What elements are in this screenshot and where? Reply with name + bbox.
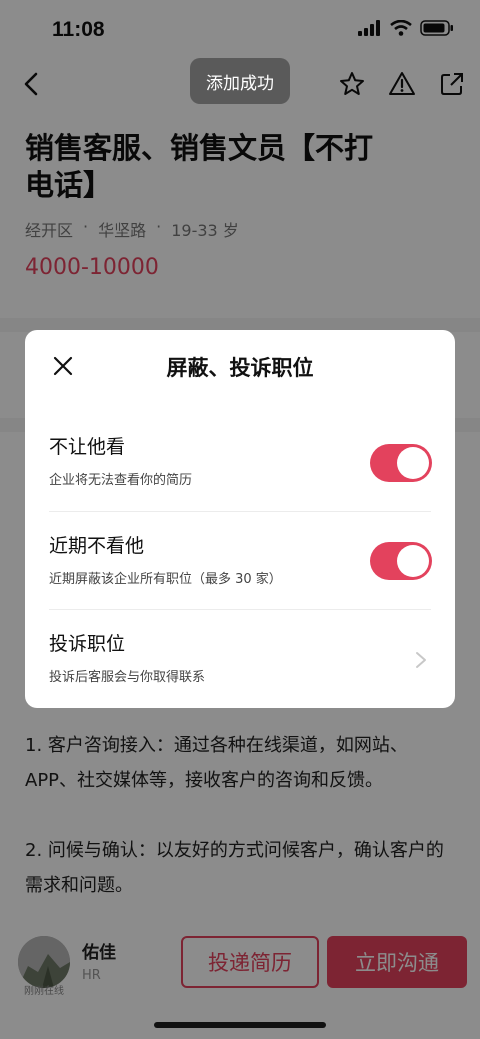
row-hide-from-company-subtitle: 企业将无法查看你的简历	[49, 473, 193, 488]
row-block-company-title: 近期不看他	[49, 535, 145, 557]
chevron-right-icon[interactable]	[413, 650, 429, 670]
row-block-company-subtitle: 近期屏蔽该企业所有职位（最多 30 家）	[49, 572, 282, 587]
divider	[49, 609, 431, 610]
home-indicator[interactable]	[154, 1022, 326, 1028]
dialog-title: 屏蔽、投诉职位	[166, 356, 314, 380]
block-company-toggle[interactable]	[370, 542, 432, 580]
divider	[49, 511, 431, 512]
hide-from-company-toggle[interactable]	[370, 444, 432, 482]
row-report-job-title[interactable]: 投诉职位	[49, 629, 125, 656]
toast: 添加成功	[190, 58, 290, 104]
toggle-knob	[397, 447, 429, 479]
block-report-dialog: 屏蔽、投诉职位 不让他看 企业将无法查看你的简历 近期不看他 近期屏蔽该企业所有…	[25, 330, 455, 708]
toggle-knob	[397, 545, 429, 577]
row-hide-from-company-title: 不让他看	[49, 436, 126, 458]
row-report-job-subtitle: 投诉后客服会与你取得联系	[49, 670, 206, 685]
